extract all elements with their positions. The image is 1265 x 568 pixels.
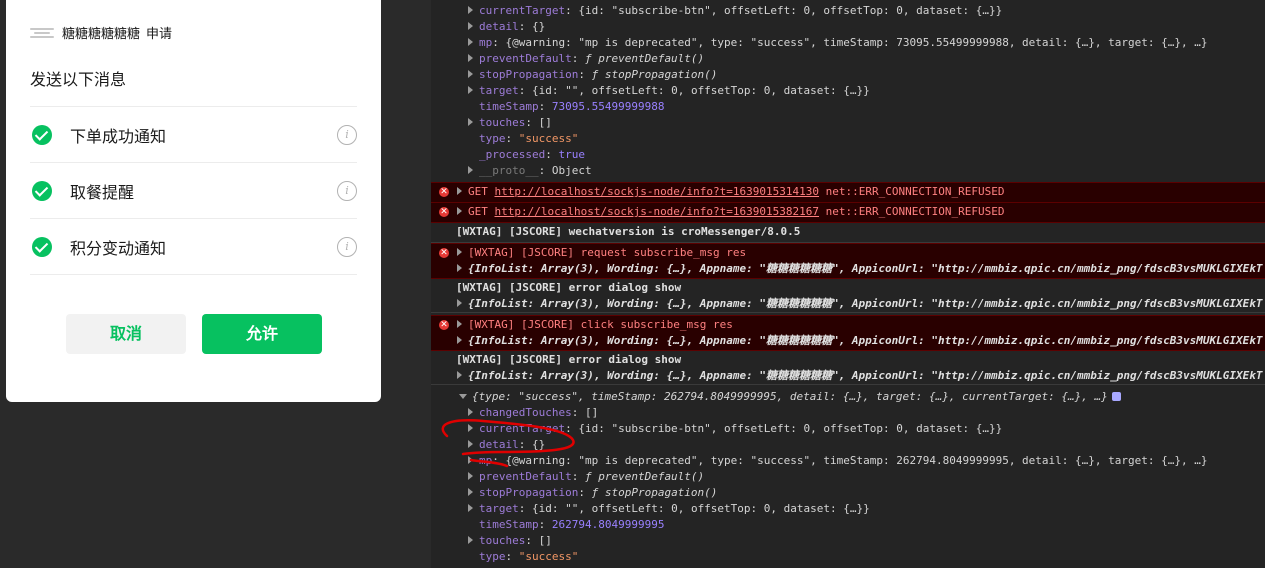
allow-button[interactable]: 允许: [202, 314, 322, 354]
info-icon[interactable]: i: [337, 180, 357, 201]
checkmark-icon[interactable]: [32, 180, 52, 201]
option-order-success[interactable]: 下单成功通知 i: [30, 106, 357, 162]
app-logo-icon: [30, 26, 54, 38]
app-request-text: 申请: [146, 26, 173, 42]
dialog-title: 发送以下消息: [30, 70, 127, 89]
subscribe-dialog: 糖糖糖糖糖糖 申请 发送以下消息 下单成功通知 i 取餐提醒 i 积分变动通知 …: [6, 0, 381, 402]
info-icon[interactable]: i: [337, 124, 357, 145]
option-points-change[interactable]: 积分变动通知 i: [30, 218, 357, 275]
option-pickup-reminder[interactable]: 取餐提醒 i: [30, 162, 357, 218]
dialog-header: 糖糖糖糖糖糖 申请: [30, 20, 172, 44]
option-label: 下单成功通知: [70, 126, 167, 146]
red-annotation-scribble: [441, 419, 575, 468]
checkmark-icon[interactable]: [32, 236, 52, 257]
app-name: 糖糖糖糖糖糖: [62, 26, 141, 42]
cancel-button[interactable]: 取消: [66, 314, 186, 354]
option-label: 积分变动通知: [70, 238, 167, 258]
checkmark-icon[interactable]: [32, 124, 52, 145]
option-label: 取餐提醒: [70, 182, 135, 202]
devtools-console: currentTarget: {id: "subscribe-btn", off…: [431, 0, 1265, 568]
info-icon[interactable]: i: [337, 236, 357, 257]
